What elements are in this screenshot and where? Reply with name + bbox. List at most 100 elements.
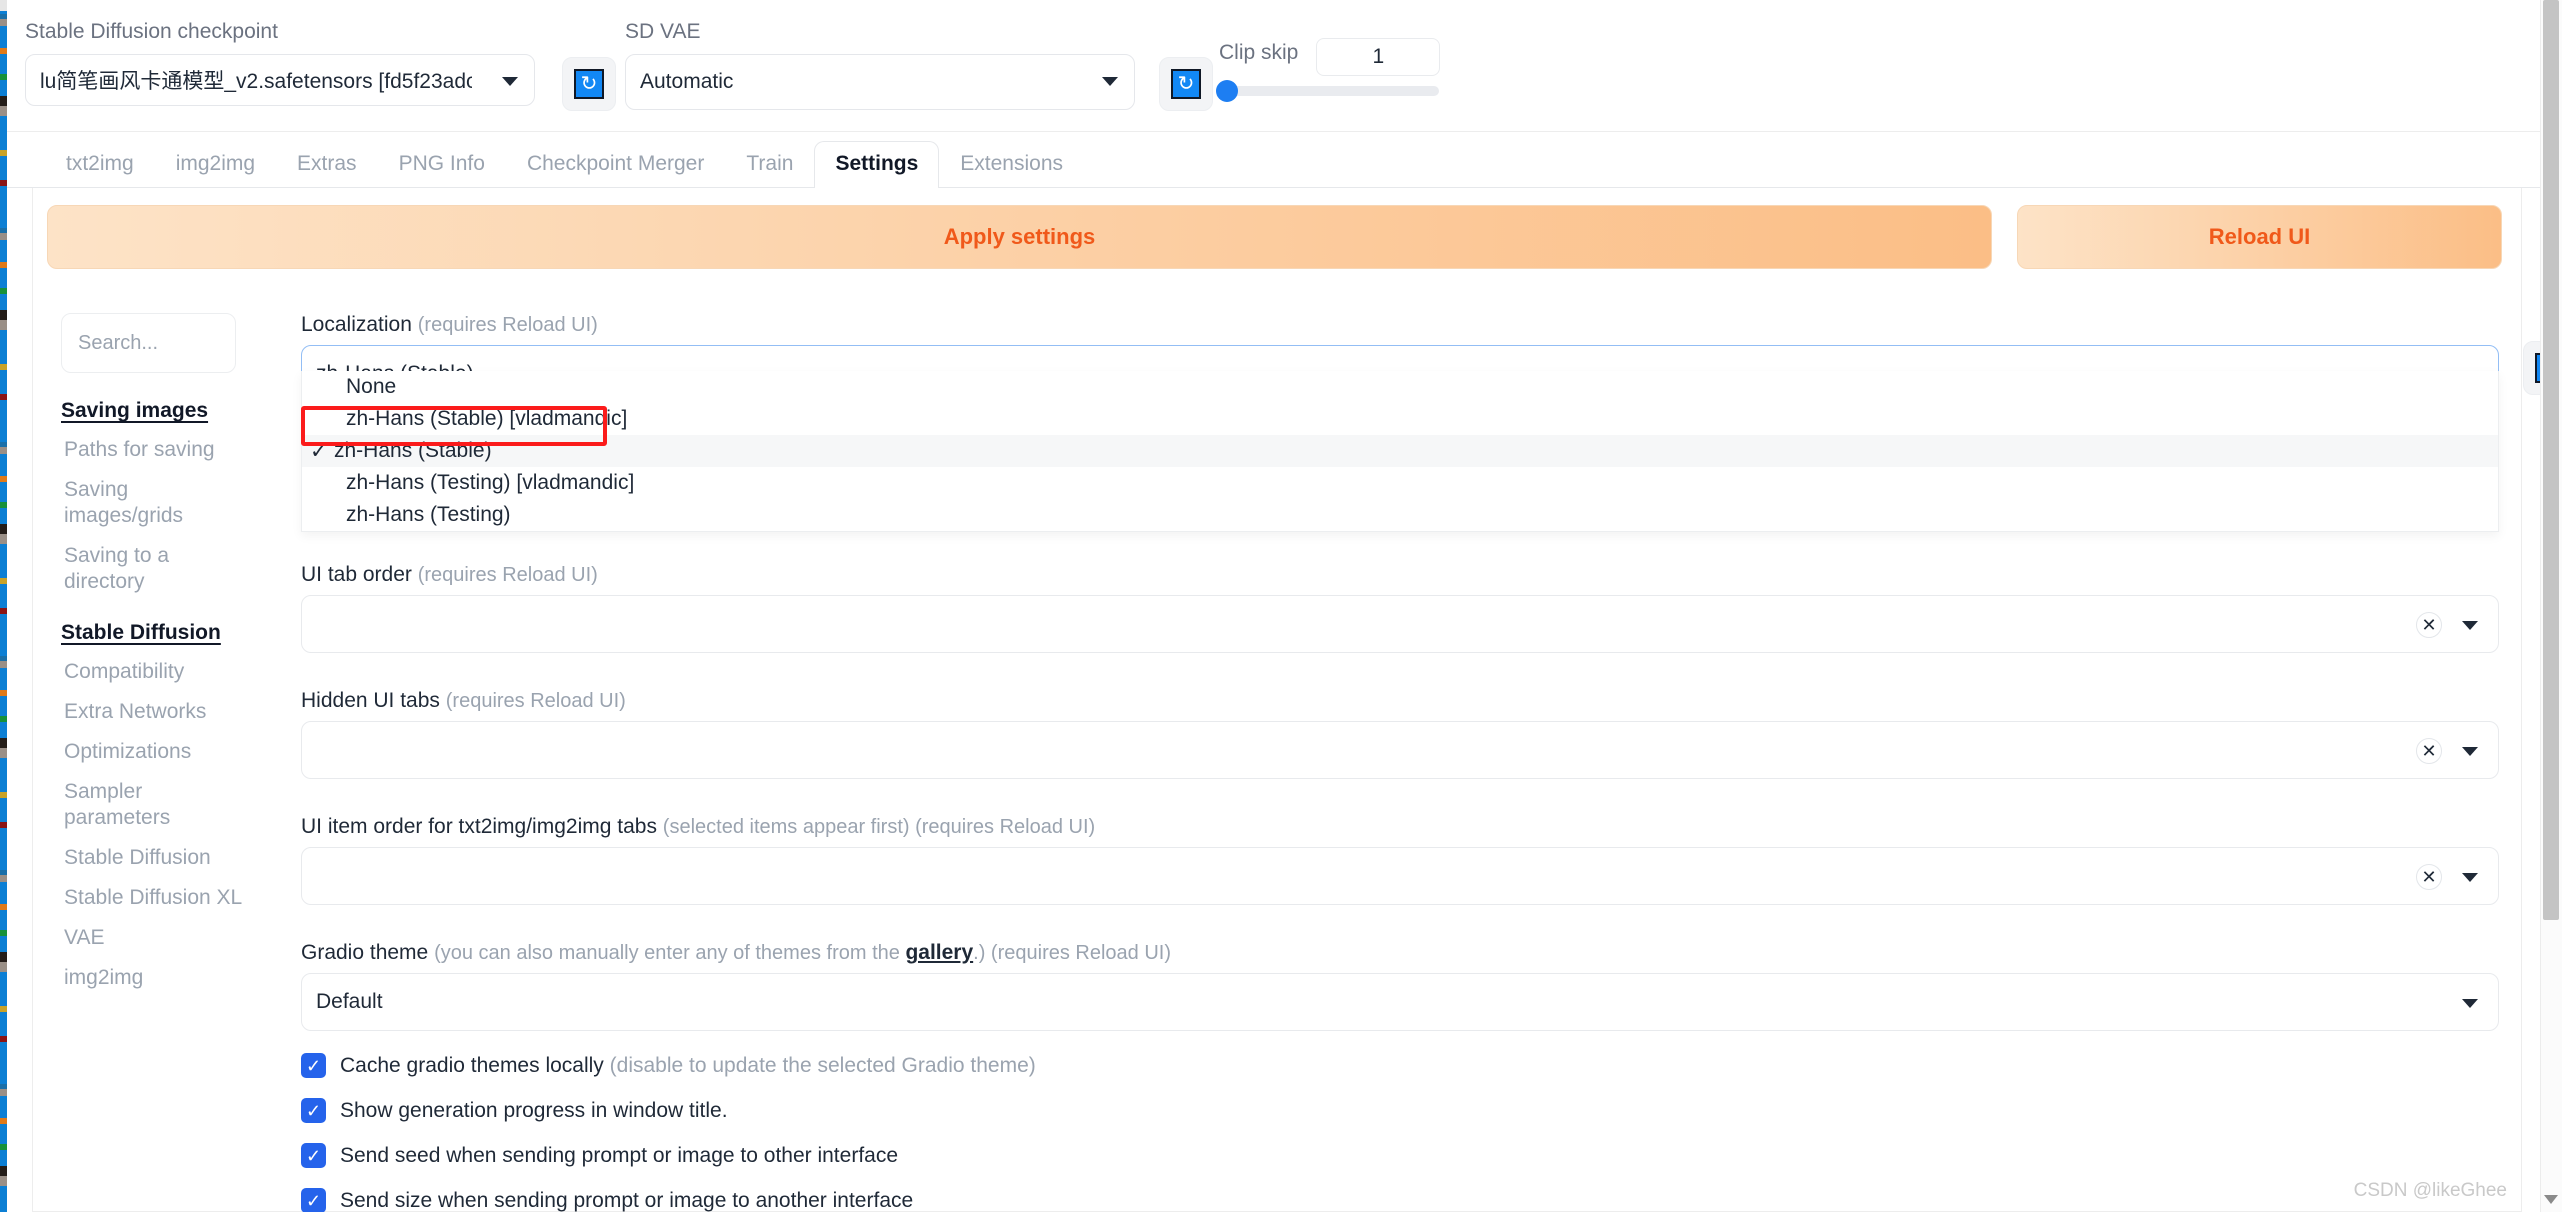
- apply-settings-button[interactable]: Apply settings: [47, 205, 1992, 269]
- sidebar-group-stable-diffusion[interactable]: Stable Diffusion: [61, 621, 286, 645]
- checkpoint-value: lu简笔画风卡通模型_v2.safetensors [fd5f23adc: [40, 70, 472, 93]
- checkbox-label-text: Send seed when sending prompt or image t…: [340, 1143, 899, 1167]
- sidebar-item-sampler-parameters[interactable]: Sampler parameters: [61, 779, 246, 831]
- clip-skip-slider[interactable]: [1216, 80, 1439, 102]
- chevron-down-icon: [502, 77, 518, 86]
- page-scrollbar[interactable]: [2540, 0, 2562, 1212]
- tab-png-info[interactable]: PNG Info: [378, 141, 506, 188]
- tab-extensions[interactable]: Extensions: [939, 141, 1084, 188]
- dropdown-option[interactable]: ✓ zh-Hans (Stable): [302, 435, 2498, 467]
- gradio-theme-value: Default: [316, 990, 383, 1013]
- clear-icon[interactable]: ✕: [2416, 612, 2442, 638]
- tab-settings[interactable]: Settings: [814, 141, 940, 188]
- settings-sidebar: Search... Saving images Paths for saving S…: [61, 313, 286, 991]
- ui-item-order-field: UI item order for txt2img/img2img tabs (…: [301, 815, 2501, 905]
- ui-tab-order-label: UI tab order (requires Reload UI): [301, 563, 2501, 587]
- dropdown-option[interactable]: None: [302, 371, 2498, 403]
- chevron-down-icon: [2462, 999, 2478, 1008]
- hidden-ui-tabs-field: Hidden UI tabs (requires Reload UI) ✕: [301, 689, 2501, 779]
- localization-hint: (requires Reload UI): [417, 314, 598, 336]
- window-edge-strip: [0, 0, 7, 1212]
- sidebar-item-vae[interactable]: VAE: [61, 925, 246, 951]
- sidebar-item-saving-to-a-directory[interactable]: Saving to a directory: [61, 543, 246, 595]
- tab-extras[interactable]: Extras: [276, 141, 378, 188]
- hidden-ui-tabs-input[interactable]: ✕: [301, 721, 2499, 779]
- checkbox-label-text: Show generation progress in window title…: [340, 1098, 728, 1122]
- tab-checkpoint-merger[interactable]: Checkpoint Merger: [506, 141, 725, 188]
- reload-ui-button[interactable]: Reload UI: [2017, 205, 2502, 269]
- checkpoint-label: Stable Diffusion checkpoint: [25, 20, 278, 43]
- sidebar-group-saving-images[interactable]: Saving images: [61, 399, 286, 423]
- ui-item-order-label-text: UI item order for txt2img/img2img tabs: [301, 815, 657, 838]
- checkbox-checked-icon[interactable]: ✓: [301, 1098, 326, 1123]
- ui-tab-order-hint: (requires Reload UI): [417, 564, 598, 586]
- checkbox-row[interactable]: ✓ Send seed when sending prompt or image …: [301, 1143, 2501, 1168]
- checkbox-label-text: Send size when sending prompt or image t…: [340, 1188, 914, 1212]
- check-icon: ✓: [310, 439, 328, 463]
- checkbox-checked-icon[interactable]: ✓: [301, 1188, 326, 1212]
- checkpoint-dropdown[interactable]: lu简笔画风卡通模型_v2.safetensors [fd5f23adc: [25, 54, 535, 106]
- ui-tab-order-input[interactable]: ✕: [301, 595, 2499, 653]
- checkbox-checked-icon[interactable]: ✓: [301, 1143, 326, 1168]
- dropdown-option-label: None: [346, 375, 397, 398]
- localization-field: Localization (requires Reload UI) zh-Han…: [301, 313, 2562, 532]
- page-scrollbar-thumb[interactable]: [2543, 0, 2559, 920]
- settings-fields: Localization (requires Reload UI) zh-Han…: [301, 313, 2562, 1212]
- checkbox-hint: (disable to update the selected Gradio t…: [609, 1053, 1036, 1077]
- gradio-theme-hint-post: .) (requires Reload UI): [973, 942, 1171, 964]
- dropdown-option-label: zh-Hans (Testing) [vladmandic]: [346, 471, 635, 494]
- sidebar-item-paths-for-saving[interactable]: Paths for saving: [61, 437, 246, 463]
- vae-dropdown[interactable]: Automatic: [625, 54, 1135, 110]
- dropdown-option-label: zh-Hans (Stable) [vladmandic]: [346, 407, 628, 430]
- checkbox-label: Send size when sending prompt or image t…: [340, 1189, 913, 1212]
- clip-skip-group: Clip skip 1: [1216, 38, 1549, 102]
- ui-tab-order-label-text: UI tab order: [301, 563, 412, 586]
- refresh-icon: ↻: [1171, 69, 1201, 99]
- sidebar-item-compatibility[interactable]: Compatibility: [61, 659, 246, 685]
- ui-item-order-label: UI item order for txt2img/img2img tabs (…: [301, 815, 2501, 839]
- hidden-ui-tabs-label: Hidden UI tabs (requires Reload UI): [301, 689, 2501, 713]
- checkpoint-group: Stable Diffusion checkpoint lu简笔画风卡通模型_v…: [25, 20, 535, 106]
- refresh-icon: ↻: [574, 69, 604, 99]
- localization-dropdown-list[interactable]: None zh-Hans (Stable) [vladmandic] ✓ zh-Han…: [301, 371, 2499, 532]
- vae-label: SD VAE: [625, 20, 701, 43]
- checkbox-row[interactable]: ✓ Cache gradio themes locally (disable to…: [301, 1053, 2501, 1078]
- checkbox-checked-icon[interactable]: ✓: [301, 1053, 326, 1078]
- sidebar-item-stable-diffusion-xl[interactable]: Stable Diffusion XL: [61, 885, 246, 911]
- dropdown-option[interactable]: zh-Hans (Stable) [vladmandic]: [302, 403, 2498, 435]
- chevron-down-icon[interactable]: [2544, 1195, 2558, 1204]
- sidebar-item-extra-networks[interactable]: Extra Networks: [61, 699, 246, 725]
- clip-skip-input[interactable]: 1: [1316, 38, 1441, 76]
- checkbox-label: Show generation progress in window title…: [340, 1099, 728, 1123]
- checkbox-row[interactable]: ✓ Show generation progress in window titl…: [301, 1098, 2501, 1123]
- checkbox-list: ✓ Cache gradio themes locally (disable to…: [301, 1053, 2501, 1212]
- clip-skip-slider-handle[interactable]: [1216, 80, 1238, 102]
- ui-item-order-hint: (selected items appear first) (requires …: [662, 816, 1096, 838]
- chevron-down-icon: [1102, 77, 1118, 86]
- tab-train[interactable]: Train: [725, 141, 814, 188]
- dropdown-option[interactable]: zh-Hans (Testing) [vladmandic]: [302, 467, 2498, 499]
- localization-label-text: Localization: [301, 313, 412, 336]
- sidebar-item-optimizations[interactable]: Optimizations: [61, 739, 246, 765]
- clip-skip-label: Clip skip: [1219, 41, 1299, 64]
- sidebar-item-saving-images-grids[interactable]: Saving images/grids: [61, 477, 246, 529]
- chevron-down-icon: [2462, 873, 2478, 882]
- checkbox-label: Send seed when sending prompt or image t…: [340, 1144, 898, 1168]
- vae-group: SD VAE Automatic: [625, 20, 1135, 110]
- tab-txt2img[interactable]: txt2img: [45, 141, 155, 188]
- checkpoint-refresh-button[interactable]: ↻: [562, 57, 616, 111]
- sidebar-item-stable-diffusion[interactable]: Stable Diffusion: [61, 845, 246, 871]
- gallery-link[interactable]: gallery: [905, 941, 973, 964]
- ui-item-order-input[interactable]: ✕: [301, 847, 2499, 905]
- clear-icon[interactable]: ✕: [2416, 864, 2442, 890]
- tab-img2img[interactable]: img2img: [155, 141, 276, 188]
- gradio-theme-dropdown[interactable]: Default: [301, 973, 2499, 1031]
- search-input[interactable]: Search...: [61, 313, 236, 373]
- gradio-theme-field: Gradio theme (you can also manually ente…: [301, 941, 2501, 1031]
- dropdown-option[interactable]: zh-Hans (Testing): [302, 499, 2498, 531]
- gradio-theme-label: Gradio theme (you can also manually ente…: [301, 941, 2501, 965]
- vae-refresh-button[interactable]: ↻: [1159, 57, 1213, 111]
- sidebar-item-img2img[interactable]: img2img: [61, 965, 246, 991]
- checkbox-row[interactable]: ✓ Send size when sending prompt or image …: [301, 1188, 2501, 1212]
- clear-icon[interactable]: ✕: [2416, 738, 2442, 764]
